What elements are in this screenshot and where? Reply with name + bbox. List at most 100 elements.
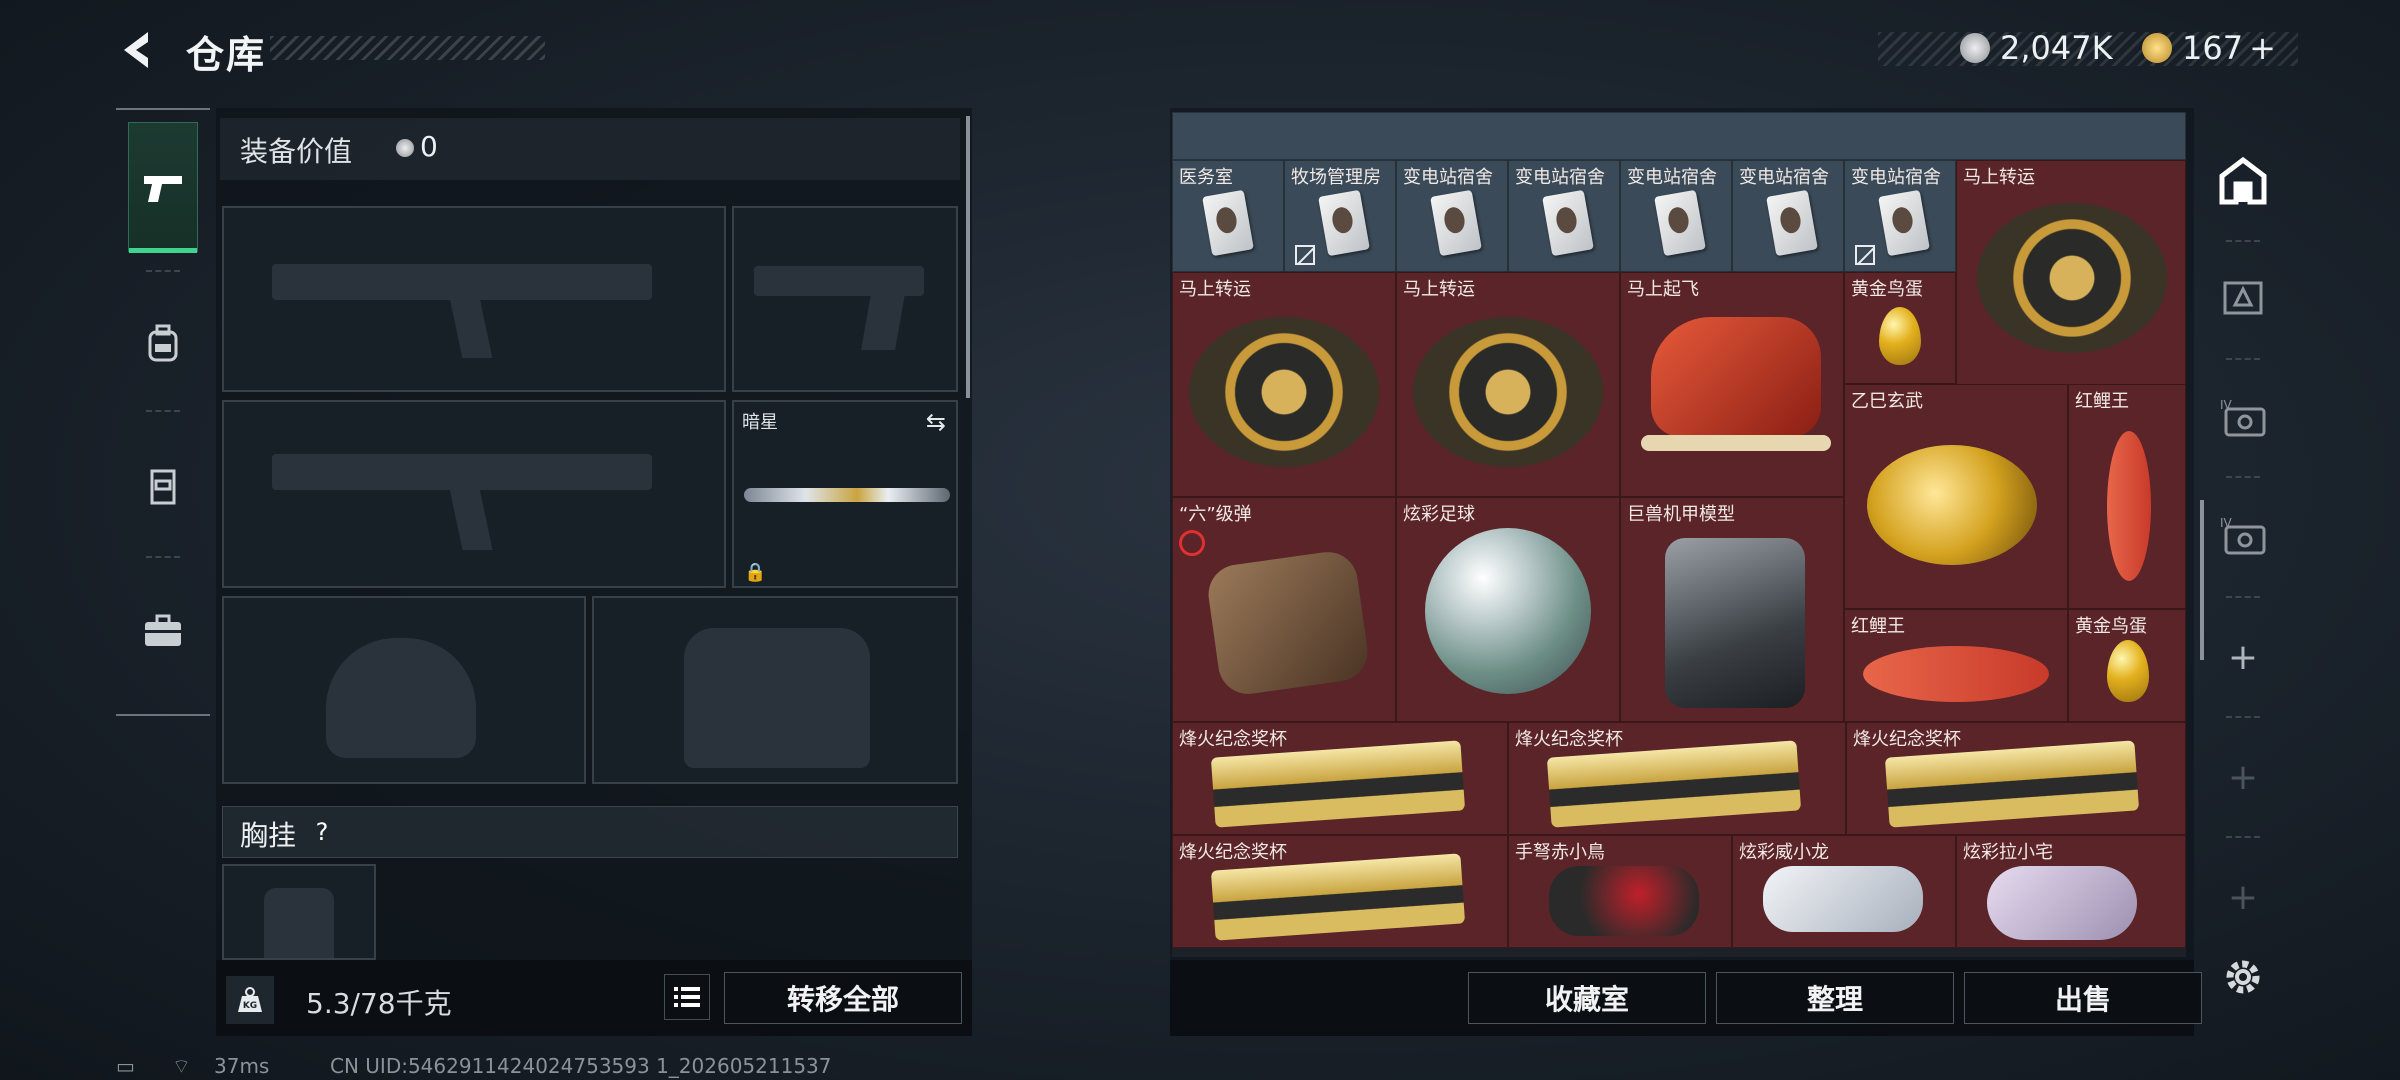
keycard-filter-button[interactable]: IV	[2212, 386, 2274, 448]
stash-item-substation-card[interactable]: 变电站宿舍	[1732, 160, 1844, 272]
stash-row-partial	[1172, 112, 2186, 160]
add-gold-icon[interactable]: +	[2249, 29, 2276, 67]
stash-item-red-carp[interactable]: 红鲤王	[2068, 384, 2186, 609]
sidearm-slot[interactable]	[732, 206, 958, 392]
pistol-silhouette	[754, 266, 924, 296]
settings-button[interactable]	[2212, 946, 2274, 1008]
secondary-weapon-slot[interactable]	[222, 400, 726, 588]
collection-room-button[interactable]: 收藏室	[1468, 972, 1706, 1024]
stash-item-beacon-trophy[interactable]: 烽火纪念奖杯	[1172, 722, 1508, 835]
add-icon[interactable]: +	[2212, 746, 2274, 808]
tab-vest[interactable]	[128, 422, 198, 552]
home-icon	[2219, 156, 2267, 205]
horse-base-image	[1641, 435, 1831, 451]
stash-grid[interactable]: 医务室 牧场管理房 变电站宿舍 变电站宿舍 变电站宿舍 变电站宿舍 变电站宿舍 …	[1172, 112, 2186, 957]
backpack-icon	[148, 324, 178, 362]
stash-item-substation-card[interactable]: 变电站宿舍	[1396, 160, 1508, 272]
silver-coin-icon	[396, 139, 414, 157]
stash-item-beacon-trophy[interactable]: 烽火纪念奖杯	[1846, 722, 2186, 835]
stash-item-color-dragon[interactable]: 炫彩威小龙	[1732, 835, 1956, 948]
add-icon[interactable]: +	[2212, 866, 2274, 928]
back-button[interactable]	[118, 28, 158, 72]
stash-item-golden-tortoise[interactable]: 乙巳玄武	[1844, 384, 2068, 609]
sort-button[interactable]: 整理	[1716, 972, 1954, 1024]
list-view-button[interactable]	[664, 974, 710, 1020]
stash-item-horse-disc[interactable]: 马上转运	[1956, 160, 2186, 385]
stash-item-color-football[interactable]: 炫彩足球	[1396, 497, 1620, 722]
keycard-image	[1430, 189, 1482, 257]
stash-item-horse-disc[interactable]: 马上转运	[1172, 272, 1396, 497]
target-icon	[1179, 530, 1205, 556]
wifi-icon: ⌔	[172, 1054, 191, 1078]
swap-icon[interactable]: ⇆	[926, 408, 946, 436]
mech-image	[1665, 538, 1805, 708]
transfer-all-button[interactable]: 转移全部	[724, 972, 962, 1024]
tab-toolbox[interactable]	[128, 566, 198, 696]
pistol-grip-silhouette	[861, 294, 905, 350]
red-carp-image	[1863, 646, 2049, 702]
chest-help-icon[interactable]: ?	[302, 816, 342, 848]
stash-item-flying-horse[interactable]: 马上起飞	[1620, 272, 1844, 497]
stash-item-substation-card[interactable]: 变电站宿舍	[1508, 160, 1620, 272]
melee-slot[interactable]: 暗星 ⇆ 🔒	[732, 400, 958, 588]
stash-item-color-house[interactable]: 炫彩拉小宅	[1956, 835, 2186, 948]
stash-item-substation-card[interactable]: 变电站宿舍	[1620, 160, 1732, 272]
red-carp-image	[2107, 431, 2151, 581]
crate-icon	[2223, 281, 2263, 315]
sell-button[interactable]: 出售	[1964, 972, 2202, 1024]
stash-item-golden-egg[interactable]: 黄金鸟蛋	[2068, 609, 2186, 722]
stash-item-horse-disc[interactable]: 马上转运	[1396, 272, 1620, 497]
rifle-magazine-silhouette	[449, 298, 493, 358]
equipment-scrollbar[interactable]	[966, 116, 970, 398]
stash-item-six-ammo[interactable]: “六”级弹	[1172, 497, 1396, 722]
toolbox-icon	[145, 614, 181, 646]
armor-silhouette	[684, 628, 870, 768]
gold-amount: 167	[2182, 29, 2244, 67]
keycard-filter-button-2[interactable]: IV	[2212, 504, 2274, 566]
golden-egg-image	[1879, 307, 1921, 365]
uid-text: CN UID:5462911424024753593 1_20260521153…	[330, 1054, 832, 1078]
primary-weapon-slot[interactable]	[222, 206, 726, 392]
dragon-image	[1763, 866, 1923, 932]
stash-item-beacon-trophy[interactable]: 烽火纪念奖杯	[1508, 722, 1846, 835]
stash-item-mech-model[interactable]: 巨兽机甲模型	[1620, 497, 1844, 722]
red-horse-image	[1651, 317, 1821, 437]
home-button[interactable]	[2212, 150, 2274, 212]
crossbow-bird-image	[1549, 866, 1699, 936]
keycard-iv-icon: IV	[2220, 516, 2266, 555]
add-icon[interactable]: +	[2212, 626, 2274, 688]
football-image	[1425, 528, 1591, 694]
stash-item-red-carp[interactable]: 红鲤王	[1844, 609, 2068, 722]
chest-rig-label: 胸挂	[240, 819, 297, 852]
trophy-image	[1546, 740, 1802, 828]
stash-item-infirmary-card[interactable]: 医务室	[1172, 160, 1284, 272]
house-figure-image	[1987, 866, 2137, 940]
equipment-tab-column	[116, 108, 210, 716]
silver-currency: 2,047K	[1960, 28, 2113, 68]
gold-currency[interactable]: 167 +	[2142, 28, 2276, 68]
stash-item-ranch-card[interactable]: 牧场管理房	[1284, 160, 1396, 272]
rifle-silhouette	[272, 454, 652, 490]
tab-backpack[interactable]	[128, 278, 198, 408]
trophy-image	[1210, 853, 1466, 941]
melee-item-label: 暗星	[742, 412, 778, 433]
title-stripe	[270, 36, 545, 60]
list-icon	[674, 987, 700, 1007]
horse-disc-image	[1189, 317, 1379, 467]
tab-weapons[interactable]	[128, 122, 198, 253]
armor-slot[interactable]	[592, 596, 958, 784]
stash-item-golden-egg[interactable]: 黄金鸟蛋	[1844, 272, 1956, 384]
stash-item-crossbow-bird[interactable]: 手弩赤小鳥	[1508, 835, 1732, 948]
stash-item-substation-card[interactable]: 变电站宿舍	[1844, 160, 1956, 272]
helmet-silhouette	[326, 638, 476, 758]
battery-icon: ▭	[116, 1054, 135, 1078]
stash-scrollbar[interactable]	[2200, 500, 2204, 660]
helmet-slot[interactable]	[222, 596, 586, 784]
equipment-value-label: 装备价值	[240, 135, 353, 168]
stash-item-beacon-trophy[interactable]: 烽火纪念奖杯	[1172, 835, 1508, 948]
crate-filter-button[interactable]	[2212, 266, 2274, 328]
chest-rig-slot[interactable]	[222, 864, 376, 960]
keycard-image	[1654, 189, 1706, 257]
golden-tortoise-image	[1867, 445, 2037, 565]
trophy-image	[1210, 740, 1466, 828]
